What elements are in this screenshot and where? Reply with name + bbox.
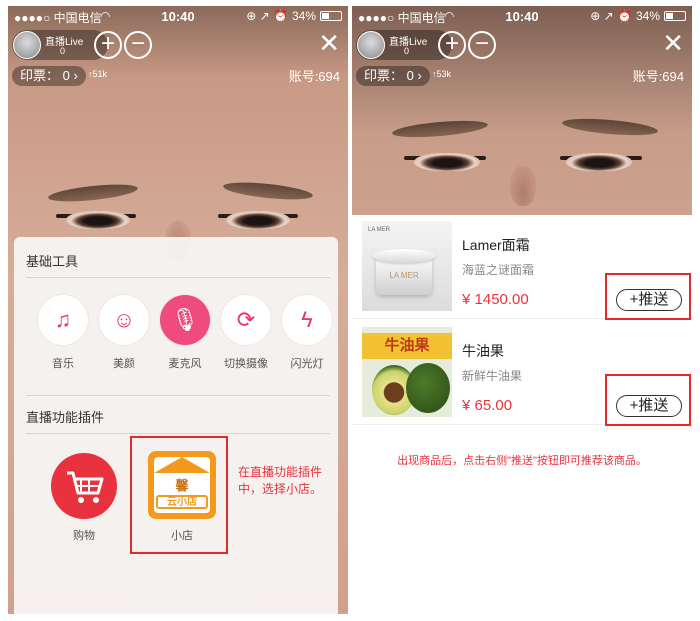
viewer-count: 0: [404, 46, 410, 56]
nose: [510, 166, 536, 206]
ticket-rise: ↑51k: [88, 69, 108, 79]
highlight-box-push-1: [605, 273, 691, 320]
close-icon[interactable]: ✕: [662, 30, 684, 56]
product-desc: 新鲜牛油果: [462, 369, 523, 383]
highlight-box-store: [130, 436, 228, 554]
status-bar: ●●●●○ 中国电信 ◠ 10:40 ⊕ ↗ ⏰ 34%: [352, 6, 692, 26]
product-name: 牛油果: [462, 343, 504, 359]
tool-label: 闪光灯: [290, 358, 324, 370]
ticket-counter[interactable]: 印票： 0 ›: [356, 66, 430, 86]
eye-left: [66, 211, 130, 229]
remove-button[interactable]: −: [468, 31, 496, 59]
battery-icon: [664, 11, 686, 21]
eyebrow-left: [391, 117, 489, 141]
jar-label: LA MER: [389, 271, 419, 280]
tool-flash[interactable]: ϟ 闪光灯: [277, 295, 337, 371]
status-bar: ●●●●○ 中国电信 ◠ 10:40 ⊕ ↗ ⏰ 34%: [8, 6, 348, 26]
system-icons: ⊕ ↗ ⏰: [246, 9, 288, 23]
plugins-title: 直播功能插件: [26, 410, 105, 425]
divider: [26, 395, 330, 396]
shopping-cart-icon: [51, 453, 117, 519]
avatar[interactable]: [13, 31, 41, 59]
avatar[interactable]: [357, 31, 385, 59]
highlight-box-push-2: [605, 374, 691, 426]
account-id: 账号:694: [632, 69, 684, 84]
close-icon[interactable]: ✕: [318, 30, 340, 56]
tool-label: 切换摄像: [224, 358, 268, 370]
right-screenshot: ●●●●○ 中国电信 ◠ 10:40 ⊕ ↗ ⏰ 34% 直播Live 0 + …: [352, 6, 692, 614]
eye-left: [414, 153, 480, 171]
camera-switch-icon: ⟳: [221, 295, 271, 345]
viewer-count: 0: [60, 46, 66, 56]
push-instruction: 出现商品后，点击右侧"推送"按钮即可推荐该商品。: [397, 455, 647, 467]
product-price: ¥ 1450.00: [462, 291, 529, 308]
hint-select-store: 在直播功能插件中，选择小店。: [238, 465, 323, 496]
ticket-label: 印票：: [20, 68, 60, 83]
product-name: Lamer面霜: [462, 237, 530, 253]
remove-button[interactable]: −: [124, 31, 152, 59]
ticket-rise: ↑53k: [432, 69, 452, 79]
divider: [26, 433, 330, 434]
beauty-icon: ☺: [99, 295, 149, 345]
flash-off-icon: ϟ: [282, 295, 332, 345]
eyebrow-left: [47, 181, 139, 205]
plugin-shopping[interactable]: 购物: [48, 453, 120, 543]
product-image-avocado: 牛油果: [362, 327, 452, 417]
product-desc: 海蓝之谜面霜: [462, 263, 535, 277]
ticket-label: 印票：: [364, 68, 404, 83]
product-price: ¥ 65.00: [462, 397, 513, 414]
divider: [26, 277, 330, 278]
system-icons: ⊕ ↗ ⏰: [590, 9, 632, 23]
plugin-label: 购物: [73, 530, 95, 542]
eyebrow-right: [222, 179, 314, 203]
music-icon: ♫: [38, 295, 88, 345]
basic-tools-title: 基础工具: [26, 254, 79, 269]
battery-icon: [320, 11, 342, 21]
eyebrow-right: [561, 115, 659, 139]
account-id: 账号:694: [288, 69, 340, 84]
ticket-value: 0: [62, 68, 70, 83]
tool-label: 音乐: [52, 358, 74, 370]
chevron-right-icon: ›: [417, 68, 422, 83]
tool-camera-switch[interactable]: ⟳ 切换摄像: [216, 295, 276, 371]
chevron-right-icon: ›: [73, 68, 78, 83]
tool-label: 麦克风: [168, 358, 202, 370]
ticket-counter[interactable]: 印票： 0 ›: [12, 66, 86, 86]
left-screenshot: ●●●●○ 中国电信 ◠ 10:40 ⊕ ↗ ⏰ 34% 直播Live 0 + …: [8, 6, 348, 614]
system-indicators: ⊕ ↗ ⏰ 34%: [590, 9, 686, 23]
eye-right: [226, 211, 290, 229]
tools-panel: 基础工具 ♫ 音乐 ☺ 美颜 🎙 麦克风 ⟳ 切换摄像 ϟ 闪光灯 直播功能插件: [14, 237, 338, 614]
tool-microphone[interactable]: 🎙 麦克风: [155, 295, 215, 371]
add-button[interactable]: +: [94, 31, 122, 59]
add-button[interactable]: +: [438, 31, 466, 59]
system-indicators: ⊕ ↗ ⏰ 34%: [246, 9, 342, 23]
avocado-banner: 牛油果: [362, 333, 452, 359]
eye-right: [566, 153, 632, 171]
product-image-cream: LA MER LA MER: [362, 221, 452, 311]
battery-percent: 34%: [635, 9, 660, 23]
thumb-brand: LA MER: [368, 227, 391, 233]
tool-music[interactable]: ♫ 音乐: [33, 295, 93, 371]
battery-percent: 34%: [291, 9, 316, 23]
microphone-icon: 🎙: [160, 295, 210, 345]
tool-label: 美颜: [113, 358, 135, 370]
tool-beauty[interactable]: ☺ 美颜: [94, 295, 154, 371]
ticket-value: 0: [406, 68, 414, 83]
